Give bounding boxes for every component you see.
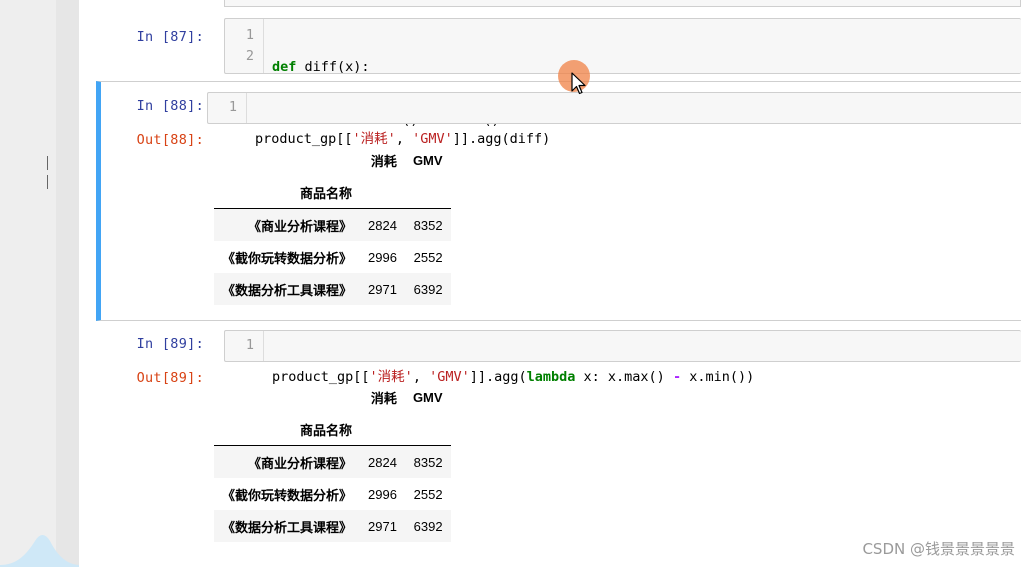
code-cell-89[interactable]: In [89]: 1 product_gp[['消耗', 'GMV']].agg… (96, 328, 1021, 567)
row-index: 《数据分析工具课程》 (222, 282, 353, 298)
cell-value: 2552 (413, 486, 443, 502)
table-row: 《截你玩转数据分析》 2996 2552 (214, 478, 451, 510)
cell-value: 2996 (368, 486, 397, 502)
line-number-gutter: 1 2 (225, 19, 264, 73)
notebook-area: In [87]: 1 2 def diff(x): return x.max()… (79, 0, 1021, 567)
cell-value: 6392 (413, 281, 443, 297)
index-name-header: 商品名称 (214, 176, 361, 209)
column-header: 消耗 (370, 153, 397, 169)
cell-value: 2971 (368, 518, 397, 534)
code-input[interactable]: 1 product_gp[['消耗', 'GMV']].agg(diff) (207, 92, 1021, 147)
cell-value: 8352 (413, 454, 443, 470)
cell-value: 2824 (368, 217, 397, 233)
cell-value: 8352 (413, 217, 443, 233)
table-row: 《数据分析工具课程》 2971 6392 (214, 510, 451, 542)
cell-value: 2552 (413, 249, 443, 265)
input-prompt: In [88]: (136, 98, 204, 114)
decorative-wave (0, 535, 80, 567)
row-index: 《截你玩转数据分析》 (222, 250, 353, 266)
corner-header (214, 381, 360, 413)
code-cell-87[interactable]: In [87]: 1 2 def diff(x): return x.max()… (96, 18, 1021, 128)
notebook-left-margin (56, 0, 79, 567)
code-input[interactable]: 1 product_gp[['消耗', 'GMV']].agg(lambda x… (224, 330, 1021, 385)
line-number: 1 (245, 27, 254, 43)
row-index: 《商业分析课程》 (248, 455, 353, 471)
row-index: 《商业分析课程》 (248, 218, 353, 234)
input-prompt: In [89]: (136, 336, 204, 352)
line-number-gutter: 1 (225, 331, 264, 361)
cell-value: 2971 (368, 281, 397, 297)
dataframe-output: 消耗 GMV 商品名称 《商业分析课程》 2824 8352 《截你玩转数据分析… (214, 144, 451, 305)
cell-value: 6392 (413, 518, 443, 534)
table-row: 《商业分析课程》 2824 8352 (214, 445, 451, 478)
row-index: 《截你玩转数据分析》 (222, 487, 353, 503)
column-header: GMV (412, 152, 443, 168)
splitter-handle-icon[interactable] (47, 155, 50, 189)
input-prompt: In [87]: (136, 29, 204, 45)
table-row: 《截你玩转数据分析》 2996 2552 (214, 241, 451, 273)
column-header: 消耗 (370, 390, 397, 406)
corner-header (214, 144, 360, 176)
line-number: 2 (245, 48, 254, 64)
left-background (0, 0, 56, 567)
mouse-pointer-icon (571, 72, 586, 95)
cell-value: 2824 (368, 454, 397, 470)
code-cell-88[interactable]: In [88]: 1 product_gp[['消耗', 'GMV']].agg… (96, 81, 1021, 321)
line-number: 1 (228, 99, 237, 115)
line-number-gutter: 1 (208, 93, 247, 123)
line-number: 1 (245, 337, 254, 353)
table-row: 《数据分析工具课程》 2971 6392 (214, 273, 451, 305)
cell-value: 2996 (368, 249, 397, 265)
dataframe-output: 消耗 GMV 商品名称 《商业分析课程》 2824 8352 《截你玩转数据分析… (214, 381, 451, 542)
previous-cell-input[interactable] (224, 0, 1021, 7)
row-index: 《数据分析工具课程》 (222, 519, 353, 535)
code-input[interactable]: 1 2 def diff(x): return x.max() - x.min(… (224, 18, 1021, 128)
output-prompt: Out[89]: (136, 370, 204, 386)
column-header: GMV (412, 389, 443, 405)
watermark: CSDN @钱景景景景景 (862, 540, 1015, 558)
table-row: 《商业分析课程》 2824 8352 (214, 208, 451, 241)
output-prompt: Out[88]: (136, 132, 204, 148)
index-name-header: 商品名称 (214, 413, 361, 446)
